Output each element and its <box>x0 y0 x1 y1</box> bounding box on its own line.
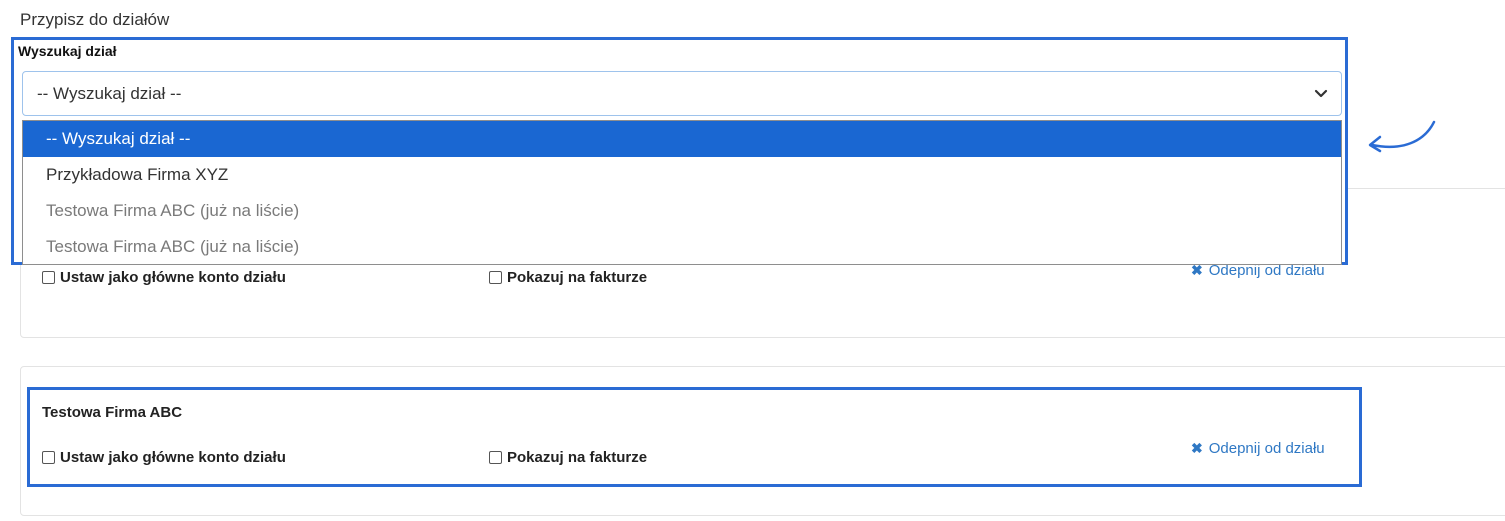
chevron-down-icon <box>1314 89 1328 98</box>
unlink-label: Odepnij od działu <box>1208 440 1325 457</box>
show-on-invoice-checkbox-row[interactable]: Pokazuj na fakturze <box>489 449 647 466</box>
search-label: Wyszukaj dział <box>18 43 117 59</box>
primary-account-checkbox-row[interactable]: Ustaw jako główne konto działu <box>42 269 286 286</box>
dropdown-option: Testowa Firma ABC (już na liście) <box>23 193 1341 229</box>
department-search-panel: Wyszukaj dział -- Wyszukaj dział -- -- W… <box>11 37 1348 265</box>
primary-account-checkbox[interactable] <box>42 271 55 284</box>
close-icon: ✖ <box>1191 440 1203 456</box>
primary-account-checkbox[interactable] <box>42 451 55 464</box>
dropdown-option[interactable]: Przykładowa Firma XYZ <box>23 157 1341 193</box>
dropdown-option: Testowa Firma ABC (już na liście) <box>23 229 1341 265</box>
department-search-select[interactable]: -- Wyszukaj dział -- <box>22 71 1342 116</box>
show-on-invoice-checkbox[interactable] <box>489 451 502 464</box>
primary-account-checkbox-row[interactable]: Ustaw jako główne konto działu <box>42 449 286 466</box>
primary-account-label: Ustaw jako główne konto działu <box>60 269 286 286</box>
select-value: -- Wyszukaj dział -- <box>37 83 182 103</box>
show-on-invoice-checkbox[interactable] <box>489 271 502 284</box>
option-label: Testowa Firma ABC (już na liście) <box>46 201 300 220</box>
primary-account-label: Ustaw jako główne konto działu <box>60 449 286 466</box>
department-card: Testowa Firma ABC Ustaw jako główne kont… <box>20 366 1505 516</box>
section-title: Przypisz do działów <box>20 10 170 29</box>
department-name: Testowa Firma ABC <box>42 404 183 421</box>
unlink-button[interactable]: ✖ Odepnij od działu <box>1191 440 1325 457</box>
show-on-invoice-label: Pokazuj na fakturze <box>507 269 648 286</box>
show-on-invoice-label: Pokazuj na fakturze <box>507 449 648 466</box>
option-label: -- Wyszukaj dział -- <box>46 129 191 148</box>
option-label: Przykładowa Firma XYZ <box>46 165 229 184</box>
curved-arrow-icon <box>1368 120 1436 153</box>
option-label: Testowa Firma ABC (już na liście) <box>46 237 300 256</box>
dropdown-options: -- Wyszukaj dział -- Przykładowa Firma X… <box>22 120 1342 265</box>
show-on-invoice-checkbox-row[interactable]: Pokazuj na fakturze <box>489 269 647 286</box>
dropdown-option[interactable]: -- Wyszukaj dział -- <box>23 121 1341 157</box>
